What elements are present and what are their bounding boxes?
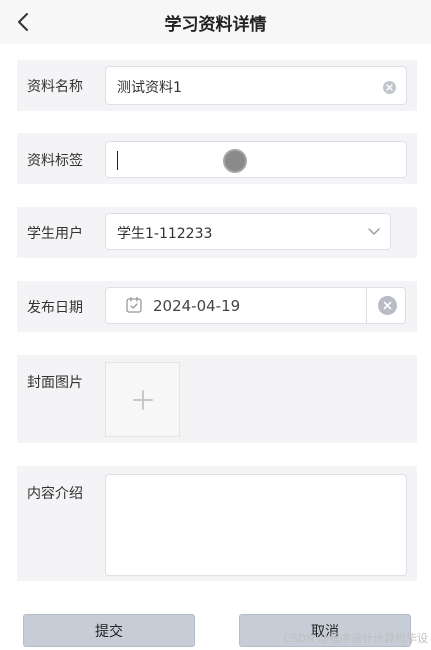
plus-icon <box>132 389 153 410</box>
page-title: 学习资料详情 <box>164 15 267 35</box>
submit-button[interactable]: 提交 <box>23 614 195 647</box>
user-select[interactable]: 学生1-112233 <box>105 213 391 250</box>
calendar-icon <box>126 296 142 313</box>
cover-label: 封面图片 <box>27 375 83 391</box>
header-bar: 学习资料详情 <box>0 0 431 44</box>
date-value: 2024-04-19 <box>153 297 241 315</box>
clear-circle-icon[interactable] <box>378 296 397 315</box>
name-input[interactable]: 测试资料1 <box>105 66 407 105</box>
form-row-tag: 资料标签 <box>17 133 417 184</box>
form-row-name: 资料名称 测试资料1 <box>17 60 417 111</box>
tag-input[interactable] <box>105 141 407 178</box>
clear-circle-icon[interactable] <box>383 81 396 94</box>
date-label: 发布日期 <box>27 300 83 316</box>
content-label: 内容介绍 <box>27 486 83 502</box>
name-label: 资料名称 <box>27 79 83 95</box>
text-cursor <box>117 151 118 170</box>
form-row-date: 发布日期 2024-04-19 <box>17 281 417 332</box>
tag-label: 资料标签 <box>27 153 83 169</box>
name-input-value: 测试资料1 <box>117 80 182 96</box>
content-textarea[interactable] <box>105 474 407 576</box>
date-divider <box>366 288 367 323</box>
date-picker[interactable]: 2024-04-19 <box>105 287 406 324</box>
form-row-user: 学生用户 学生1-112233 <box>17 207 417 258</box>
user-select-value: 学生1-112233 <box>117 226 213 242</box>
touch-indicator <box>223 149 247 173</box>
user-label: 学生用户 <box>27 226 83 242</box>
cover-upload-button[interactable] <box>105 362 180 437</box>
form-row-content: 内容介绍 <box>17 466 417 581</box>
watermark: CSDN @程序设计计算机毕设 <box>283 632 428 645</box>
chevron-down-icon <box>368 228 380 235</box>
form-row-cover: 封面图片 <box>17 355 417 443</box>
